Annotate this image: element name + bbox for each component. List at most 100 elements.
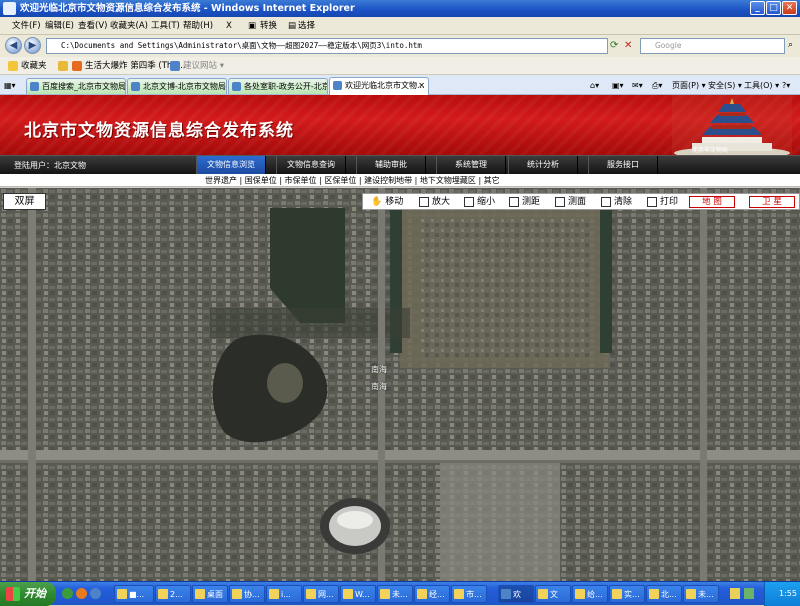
menu-tools[interactable]: 工具(T) [151, 19, 180, 33]
zoom-in-label: 放大 [432, 197, 451, 207]
nav-tab-browse[interactable]: 文物信息浏览 [196, 156, 266, 174]
map-mode-button[interactable]: 地 图 [689, 196, 735, 208]
refresh-icon[interactable]: ⟳ [610, 40, 618, 51]
nav-tab-query[interactable]: 文物信息查询 [276, 156, 346, 174]
tray-icon-2[interactable] [744, 588, 754, 599]
tray-icon-1[interactable] [730, 588, 740, 599]
home-icon[interactable]: ⌂▾ [590, 78, 599, 93]
satellite-imagery [0, 188, 800, 581]
taskbar-item-14[interactable]: 实... [609, 585, 645, 603]
taskbar-item-12[interactable]: 文 [535, 585, 571, 603]
measure-distance-tool[interactable]: 测距 [509, 195, 540, 209]
favorites-button[interactable]: 收藏夹 [8, 59, 47, 73]
satellite-map[interactable]: 双屏 ✋ 移动 放大 缩小 测距 测面 清除 打印 地 图 卫 星 南海 南海 [0, 188, 800, 581]
quicklaunch-icon-1[interactable] [62, 588, 73, 599]
nav-tab-approval[interactable]: 辅助审批 [356, 156, 426, 174]
convert-button[interactable]: 转换 [260, 19, 277, 33]
taskbar-item-11[interactable]: 欢 [498, 585, 534, 603]
taskbar-item-1[interactable]: ■... [114, 585, 154, 603]
tools-menu[interactable]: 工具(O) ▾ [744, 78, 779, 93]
nav-tab-service[interactable]: 服务接口 [588, 156, 658, 174]
tab-icon [232, 82, 241, 91]
sub-menu-categories[interactable]: 世界遗产 | 国保单位 | 市保单位 | 区保单位 | 建设控制地带 | 地下文… [205, 175, 500, 186]
tab-baidu[interactable]: 百度搜索_北京市文物局 [26, 78, 126, 94]
quicklaunch-icon-3[interactable] [90, 588, 101, 599]
page-menu[interactable]: 页面(P) ▾ [672, 78, 706, 93]
close-button[interactable]: ✕ [782, 1, 797, 15]
taskbar-label: 未... [392, 590, 408, 599]
stop-icon[interactable]: ✕ [624, 40, 632, 51]
help-icon[interactable]: ?▾ [782, 78, 790, 93]
taskbar-item-15[interactable]: 北... [646, 585, 682, 603]
menu-favorites[interactable]: 收藏夹(A) [110, 19, 148, 33]
quick-tabs-icon[interactable]: ▦▾ [4, 78, 16, 93]
start-button[interactable]: 开始 [0, 582, 56, 606]
taskbar-item-16[interactable]: 未... [683, 585, 719, 603]
satellite-mode-button[interactable]: 卫 星 [749, 196, 795, 208]
fav-label: 建议网站 ▾ [183, 61, 224, 71]
print-icon[interactable]: ⎙▾ [652, 78, 662, 93]
menu-file[interactable]: 文件(F) [12, 19, 41, 33]
clear-tool[interactable]: 清除 [601, 195, 632, 209]
search-input[interactable]: Google [640, 38, 785, 54]
safety-menu[interactable]: 安全(S) ▾ [708, 78, 742, 93]
search-go-icon[interactable]: ⌕ [788, 40, 793, 50]
zoom-in-icon [419, 196, 429, 207]
forward-button[interactable]: ▶ [24, 37, 41, 54]
url-field[interactable]: C:\Documents and Settings\Administrator\… [46, 38, 608, 54]
print-tool[interactable]: 打印 [647, 195, 678, 209]
tab-welcome[interactable]: 欢迎光临北京市文物... ✕ [329, 77, 429, 95]
taskbar-item-8[interactable]: 未... [377, 585, 413, 603]
measure-area-label: 测面 [568, 197, 587, 207]
dual-screen-button[interactable]: 双屏 [3, 193, 46, 210]
menu-close-x[interactable]: X [226, 19, 232, 33]
nav-tab-statistics[interactable]: 统计分析 [508, 156, 578, 174]
clear-label: 清除 [614, 197, 633, 207]
select-icon[interactable]: ▤ [288, 19, 296, 33]
measure-distance-label: 测距 [522, 197, 541, 207]
pan-tool[interactable]: ✋ 移动 [371, 195, 403, 209]
taskbar-item-4[interactable]: 协... [229, 585, 265, 603]
menu-edit[interactable]: 编辑(E) [45, 19, 74, 33]
taskbar-item-5[interactable]: i... [266, 585, 302, 603]
fav-item-suggested[interactable]: 建议网站 ▾ [170, 59, 224, 73]
taskbar-item-2[interactable]: 2... [155, 585, 191, 603]
maximize-button[interactable]: □ [766, 1, 781, 15]
tab-beijing-wenbo[interactable]: 北京文博-北京市文物局... [127, 78, 227, 94]
zoom-in-tool[interactable]: 放大 [419, 195, 450, 209]
minimize-button[interactable]: _ [750, 1, 765, 15]
document-icon [612, 589, 622, 599]
taskbar-item-9[interactable]: 经... [414, 585, 450, 603]
zoom-out-tool[interactable]: 缩小 [464, 195, 495, 209]
taskbar-item-3[interactable]: 桌面 [192, 585, 228, 603]
add-favorite-icon[interactable] [58, 59, 71, 73]
taskbar-label: 2... [170, 590, 183, 599]
ie-icon [501, 589, 511, 599]
window-title-bar: 欢迎光临北京市文物资源信息综合发布系统 - Windows Internet E… [0, 0, 800, 17]
quicklaunch-icon-2[interactable] [76, 588, 87, 599]
menu-view[interactable]: 查看(V) [78, 19, 107, 33]
taskbar-item-6[interactable]: 网... [303, 585, 339, 603]
feeds-icon[interactable]: ▣▾ [612, 78, 624, 93]
clock[interactable]: 1:55 [779, 589, 797, 598]
taskbar-label: 北... [661, 590, 677, 599]
tab-label: 欢迎光临北京市文物... [345, 81, 425, 90]
printer-icon [647, 196, 657, 207]
nav-tab-system[interactable]: 系统管理 [436, 156, 506, 174]
convert-icon[interactable]: ▣ [248, 19, 256, 33]
area-icon [555, 196, 565, 207]
menu-help[interactable]: 帮助(H) [183, 19, 213, 33]
favorites-label: 收藏夹 [21, 61, 47, 71]
tab-department[interactable]: 各处室职-政务公开-北京... [228, 78, 328, 94]
taskbar-item-10[interactable]: 市... [451, 585, 487, 603]
taskbar-item-7[interactable]: W... [340, 585, 376, 603]
fav-item-big-bang[interactable]: 生活大爆炸 第四季 (The... [72, 59, 186, 73]
desktop-icon [195, 589, 205, 599]
mail-icon[interactable]: ✉▾ [632, 78, 643, 93]
tab-close-icon[interactable]: ✕ [418, 78, 425, 93]
back-button[interactable]: ◀ [5, 37, 22, 54]
document-icon [538, 589, 548, 599]
taskbar-item-13[interactable]: 给... [572, 585, 608, 603]
select-button[interactable]: 选择 [298, 19, 315, 33]
measure-area-tool[interactable]: 测面 [555, 195, 586, 209]
